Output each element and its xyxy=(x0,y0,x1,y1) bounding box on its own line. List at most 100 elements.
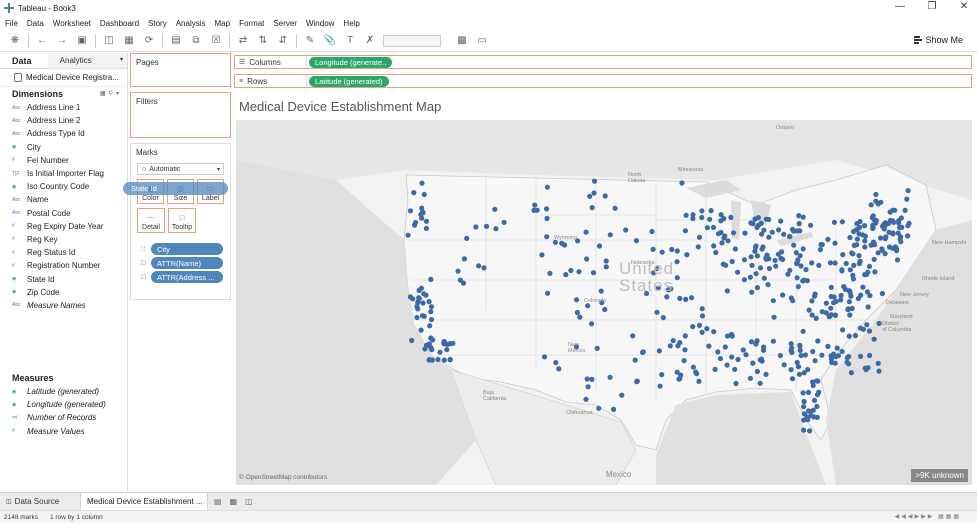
establishment-mark xyxy=(801,404,807,410)
columns-shelf[interactable]: ☰ Columns Longitude (generate.. xyxy=(234,55,972,69)
field-is-initial-importer-flag[interactable]: T|F Is Initial Importer Flag xyxy=(0,167,127,180)
restore-icon[interactable]: ❐ xyxy=(925,1,939,12)
tab-data[interactable]: Data xyxy=(0,53,48,68)
map-view[interactable]: Ontario North Dakota Minnesota Wyoming N… xyxy=(236,120,972,485)
establishment-mark xyxy=(741,277,747,283)
filters-shelf[interactable]: Filters xyxy=(130,92,231,138)
new-worksheet-icon[interactable]: ▤ xyxy=(169,34,183,48)
show-me-button[interactable]: Show Me xyxy=(914,35,963,45)
establishment-mark xyxy=(891,219,897,225)
menu-item-file[interactable]: File xyxy=(5,19,18,28)
swap-icon[interactable]: ⇄ xyxy=(236,34,250,48)
toolbar-separator xyxy=(28,33,29,48)
menu-item-dashboard[interactable]: Dashboard xyxy=(100,19,139,28)
pause-updates-icon[interactable]: ▦ xyxy=(122,34,136,48)
new-dashboard-icon[interactable]: ▦ xyxy=(230,497,238,506)
menu-item-format[interactable]: Format xyxy=(239,19,264,28)
columns-pill-longitude[interactable]: Longitude (generate.. xyxy=(309,56,393,68)
field-name[interactable]: Abc Name xyxy=(0,193,127,206)
show-labels-icon[interactable]: T xyxy=(343,34,357,48)
establishment-mark xyxy=(860,326,867,332)
sheet-tab-bar: ◫ Data Source Medical Device Establishme… xyxy=(0,492,977,511)
establishment-mark xyxy=(682,347,688,353)
menu-item-analysis[interactable]: Analysis xyxy=(176,19,206,28)
menu-item-map[interactable]: Map xyxy=(215,19,231,28)
menu-item-data[interactable]: Data xyxy=(27,19,44,28)
fix-axes-icon[interactable]: ✗ xyxy=(363,34,377,48)
mark-pill-city[interactable]: City xyxy=(151,243,223,255)
establishment-mark xyxy=(574,309,580,316)
field-address-line-1[interactable]: Abc Address Line 1 xyxy=(0,101,127,114)
dragging-pill-state-id[interactable]: State Id xyxy=(123,182,228,195)
field-measure-names[interactable]: Abc Measure Names xyxy=(0,299,127,312)
pages-shelf[interactable]: Pages xyxy=(130,53,231,87)
tooltip-button[interactable]: □ Tooltip xyxy=(168,208,196,233)
establishment-mark xyxy=(679,180,685,186)
menu-item-help[interactable]: Help xyxy=(343,19,359,28)
field-registration-number[interactable]: # Registration Number xyxy=(0,259,127,272)
redo-icon[interactable]: → xyxy=(55,34,69,48)
tableau-icon[interactable]: ❋ xyxy=(8,34,22,48)
field-reg-expiry-date-year[interactable]: # Reg Expiry Date Year xyxy=(0,220,127,233)
detail-button[interactable]: ⋯ Detail xyxy=(137,208,165,233)
clear-sheet-icon[interactable]: ☒ xyxy=(209,34,223,48)
tab-sheet-map[interactable]: Medical Device Establishment ... xyxy=(80,492,208,511)
group-icon[interactable]: 📎 xyxy=(323,34,337,48)
field-address-type-id[interactable]: Abc Address Type Id xyxy=(0,127,127,140)
establishment-mark xyxy=(576,269,582,275)
establishment-mark xyxy=(906,220,912,226)
mark-type-dropdown[interactable]: ○ Automatic ▾ xyxy=(137,163,224,175)
rows-pill-latitude[interactable]: Latitude (generated) xyxy=(309,75,389,87)
duplicate-icon[interactable]: ⧉ xyxy=(189,34,203,48)
sort-descending-icon[interactable]: ⇵ xyxy=(276,34,290,48)
menu-bar: File Data Worksheet Dashboard Story Analysis M… xyxy=(0,16,977,30)
mark-pill-name[interactable]: ATTR(Name) xyxy=(151,257,223,269)
sort-ascending-icon[interactable]: ⇅ xyxy=(256,34,270,48)
field-number-of-records[interactable]: =# Number of Records xyxy=(0,411,127,424)
tab-data-source[interactable]: ◫ Data Source xyxy=(0,497,80,506)
menu-item-worksheet[interactable]: Worksheet xyxy=(53,19,91,28)
fit-dropdown[interactable] xyxy=(383,34,441,47)
field-reg-key[interactable]: # Reg Key xyxy=(0,233,127,246)
show-cards-icon[interactable]: ▩ xyxy=(455,34,469,48)
field-city[interactable]: ◉ City xyxy=(0,141,127,154)
datasource-item[interactable]: Medical Device Registra... xyxy=(0,69,127,87)
field-zip-code[interactable]: ◉ Zip Code xyxy=(0,286,127,299)
close-icon[interactable]: ✕ xyxy=(957,1,971,12)
menu-item-window[interactable]: Window xyxy=(306,19,334,28)
new-datasource-icon[interactable]: ◫ xyxy=(102,34,116,48)
tab-analytics[interactable]: Analytics ▾ xyxy=(47,53,127,68)
field-iso-country-code[interactable]: ◉ Iso Country Code xyxy=(0,180,127,193)
menu-item-server[interactable]: Server xyxy=(273,19,297,28)
highlight-icon[interactable]: ✎ xyxy=(303,34,317,48)
navigation-controls[interactable]: ◀◀◀▶▶▶ ▦▦▦ xyxy=(895,513,961,520)
field-state-id[interactable]: ◉ State Id xyxy=(0,272,127,285)
field-address-line-2[interactable]: Abc Address Line 2 xyxy=(0,114,127,127)
mark-pill-address[interactable]: ATTR(Address ... xyxy=(151,271,223,283)
establishment-mark xyxy=(596,243,603,249)
map-attribution[interactable]: © OpenStreetMap contributors xyxy=(239,474,327,481)
presentation-icon[interactable]: ▭ xyxy=(475,34,489,48)
map-label-chihuahua: Chihuahua xyxy=(566,410,593,416)
save-icon[interactable]: ▣ xyxy=(75,34,89,48)
rows-shelf[interactable]: ≡ Rows Latitude (generated) xyxy=(234,74,972,88)
undo-icon[interactable]: ← xyxy=(35,34,49,48)
new-worksheet-icon[interactable]: ▤ xyxy=(214,497,222,506)
field-longitude-generated[interactable]: ◉ Longitude (generated) xyxy=(0,398,127,411)
field-latitude-generated[interactable]: ◉ Latitude (generated) xyxy=(0,385,127,398)
unknown-indicator[interactable]: >9K unknown xyxy=(911,469,968,482)
establishment-mark xyxy=(753,341,759,347)
dimensions-tools[interactable]: ▦⚲▾ xyxy=(100,90,122,97)
establishment-mark xyxy=(607,232,613,238)
refresh-icon[interactable]: ⟳ xyxy=(142,34,156,48)
minimize-icon[interactable]: — xyxy=(893,1,907,12)
viz-title[interactable]: Medical Device Establishment Map xyxy=(239,99,441,114)
field-fei-number[interactable]: # Fei Number xyxy=(0,154,127,167)
chevron-down-icon[interactable]: ▾ xyxy=(120,56,123,63)
field-postal-code[interactable]: Abc Postal Code xyxy=(0,207,127,220)
field-reg-status-id[interactable]: # Reg Status Id xyxy=(0,246,127,259)
menu-item-story[interactable]: Story xyxy=(148,19,167,28)
dimensions-list: Abc Address Line 1 Abc Address Line 2 Abc Add… xyxy=(0,101,127,312)
field-measure-values[interactable]: # Measure Values xyxy=(0,425,127,438)
new-story-icon[interactable]: ◫ xyxy=(245,497,253,506)
